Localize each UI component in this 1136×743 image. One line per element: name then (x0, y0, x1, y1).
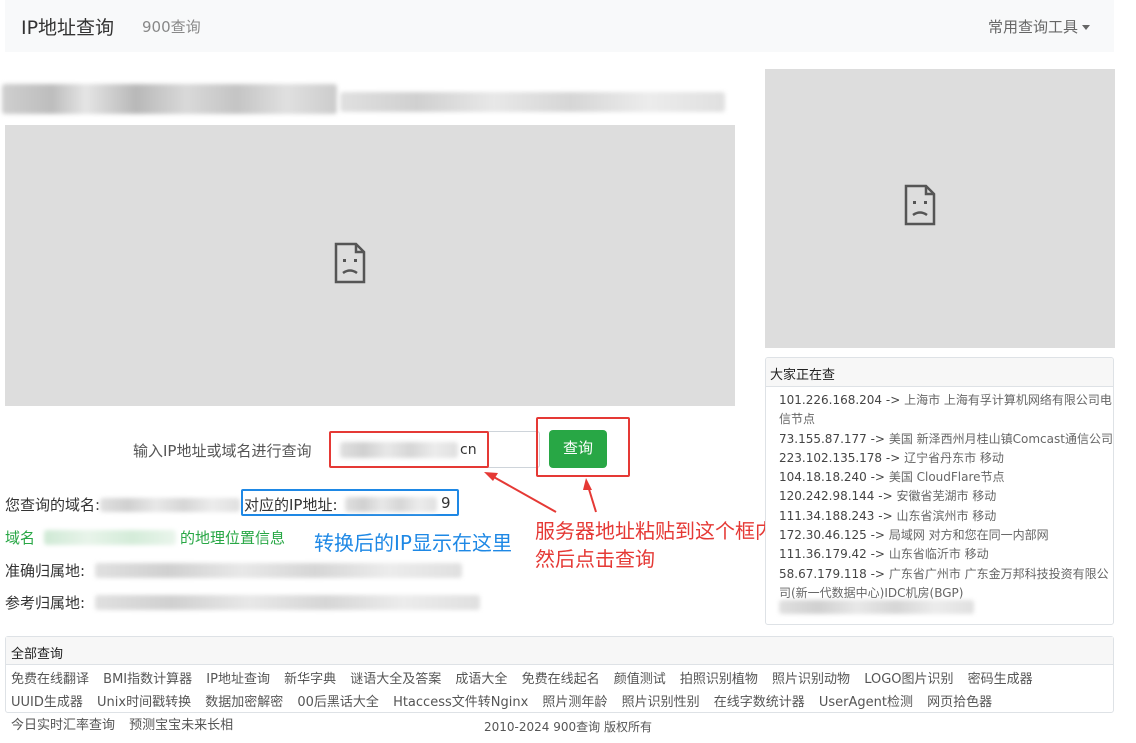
broken-image-icon (334, 242, 366, 284)
query-tool-link[interactable]: 免费在线翻译 (11, 672, 89, 687)
ip-tail: 9 (441, 494, 451, 512)
recent-queries-title: 大家正在查 (766, 358, 1113, 387)
blurred-accurate (95, 563, 462, 578)
recent-query-item[interactable]: 104.18.18.240 -> 美国 CloudFlare节点 (779, 468, 1113, 487)
query-tool-link[interactable]: 网页拾色器 (927, 695, 992, 710)
brand-subtitle[interactable]: 900查询 (142, 16, 201, 37)
blurred-ip (345, 497, 437, 512)
query-tool-link[interactable]: IP地址查询 (206, 672, 270, 687)
geo-prefix: 域名 (5, 529, 36, 547)
recent-query-ip: 111.36.179.42 -> (779, 547, 889, 562)
reference-label: 参考归属地: (5, 594, 86, 612)
query-tool-link[interactable]: 谜语大全及答案 (350, 672, 441, 687)
red-annotation-line2: 然后点击查询 (535, 547, 655, 571)
query-tool-link[interactable]: 00后黑话大全 (297, 695, 379, 710)
tools-dropdown[interactable]: 常用查询工具 (988, 16, 1090, 37)
query-tool-link[interactable]: Unix时间戳转换 (97, 695, 191, 710)
blurred-headline-2 (340, 92, 725, 112)
red-annotation-line1: 服务器地址粘贴到这个框内 (535, 519, 775, 543)
query-tool-link[interactable]: 密码生成器 (968, 672, 1033, 687)
recent-query-ip: 58.67.179.118 -> (779, 566, 889, 581)
blurred-domain (100, 498, 240, 512)
recent-queries-panel: 大家正在查 101.226.168.204 -> 上海市 上海有孚计算机网络有限… (765, 357, 1114, 625)
input-highlight-box (329, 431, 489, 468)
footer: 2010-2024 900查询 版权所有 (484, 720, 652, 734)
recent-query-location: 美国 CloudFlare节点 (888, 470, 1005, 485)
geo-suffix: 的地理位置信息 (180, 529, 286, 547)
recent-query-ip: 172.30.46.125 -> (779, 528, 889, 543)
recent-query-ip: 111.34.188.243 -> (779, 508, 897, 523)
recent-query-ip: 104.18.18.240 -> (779, 470, 889, 485)
recent-queries-list: 101.226.168.204 -> 上海市 上海有孚计算机网络有限公司电信节点… (766, 387, 1113, 603)
all-queries-title: 全部查询 (6, 637, 1113, 665)
query-tool-link[interactable]: 照片识别动物 (772, 672, 850, 687)
tools-dropdown-label: 常用查询工具 (987, 18, 1078, 36)
query-tool-link[interactable]: 免费在线起名 (522, 672, 600, 687)
recent-query-item[interactable]: 223.102.135.178 -> 辽宁省丹东市 移动 (779, 449, 1113, 468)
blurred-reference (95, 595, 480, 610)
recent-query-location: 山东省临沂市 移动 (888, 547, 989, 562)
recent-query-ip: 73.155.87.177 -> (779, 431, 889, 446)
recent-query-item[interactable]: 172.30.46.125 -> 局域网 对方和您在同一内部网 (779, 526, 1113, 545)
recent-query-item[interactable]: 73.155.87.177 -> 美国 新泽西州月桂山镇Comcast通信公司 (779, 430, 1113, 449)
blurred-geo-domain (44, 530, 176, 545)
query-tool-link[interactable]: 新华字典 (284, 672, 336, 687)
recent-query-location: 美国 新泽西州月桂山镇Comcast通信公司 (888, 431, 1113, 446)
query-tool-link[interactable]: 拍照识别植物 (680, 672, 758, 687)
button-highlight-box (536, 417, 630, 477)
blurred-headline (2, 84, 337, 114)
query-tool-link[interactable]: 颜值测试 (614, 672, 666, 687)
recent-query-location: 局域网 对方和您在同一内部网 (888, 528, 1049, 543)
domain-line: 您查询的域名: (5, 494, 100, 515)
search-label: 输入IP地址或域名进行查询 (133, 442, 312, 460)
side-ad-placeholder (765, 69, 1115, 348)
domain-label: 您查询的域名: (5, 496, 101, 514)
recent-query-location: 山东省滨州市 移动 (896, 508, 997, 523)
red-annotation: 服务器地址粘贴到这个框内 然后点击查询 (535, 517, 775, 573)
recent-query-item[interactable]: 111.34.188.243 -> 山东省滨州市 移动 (779, 507, 1113, 526)
ip-label: 对应的IP地址: (244, 496, 338, 514)
query-tool-link[interactable]: UserAgent检测 (819, 695, 913, 710)
query-tool-link[interactable]: BMI指数计算器 (103, 672, 192, 687)
query-tool-link[interactable]: 成语大全 (455, 672, 507, 687)
brand-title[interactable]: IP地址查询 (21, 13, 114, 40)
query-tool-link[interactable]: 照片识别性别 (622, 695, 700, 710)
query-tool-link[interactable]: 数据加密解密 (205, 695, 283, 710)
query-tool-link[interactable]: UUID生成器 (11, 695, 83, 710)
all-queries-panel: 全部查询 免费在线翻译 BMI指数计算器 IP地址查询 新华字典 谜语大全及答案… (5, 636, 1114, 733)
recent-query-item[interactable]: 120.242.98.144 -> 安徽省芜湖市 移动 (779, 487, 1113, 506)
query-tool-link[interactable]: 在线字数统计器 (714, 695, 805, 710)
query-tool-link[interactable]: Htaccess文件转Nginx (393, 695, 528, 710)
query-tool-link[interactable]: 照片测年龄 (542, 695, 607, 710)
recent-query-ip: 101.226.168.204 -> (779, 393, 905, 407)
recent-query-ip: 120.242.98.144 -> (779, 489, 897, 504)
recent-query-ip: 223.102.135.178 -> (779, 450, 905, 465)
recent-query-item[interactable]: 111.36.179.42 -> 山东省临沂市 移动 (779, 545, 1113, 564)
recent-query-item[interactable]: 58.67.179.118 -> 广东省广州市 广东金万邦科技投资有限公司(新一… (779, 565, 1113, 604)
main-ad-placeholder (5, 125, 735, 406)
caret-down-icon (1082, 25, 1090, 30)
blurred-last-item (779, 600, 974, 614)
broken-image-icon (904, 184, 936, 226)
accurate-label: 准确归属地: (5, 562, 86, 580)
recent-query-location: 辽宁省丹东市 移动 (904, 450, 1004, 465)
recent-query-location: 安徽省芜湖市 移动 (896, 489, 997, 504)
navbar: IP地址查询 900查询 常用查询工具 (5, 0, 1114, 52)
blue-annotation: 转换后的IP显示在这里 (314, 531, 512, 555)
recent-query-item[interactable]: 101.226.168.204 -> 上海市 上海有孚计算机网络有限公司电信节点 (779, 391, 1113, 430)
query-tool-link[interactable]: LOGO图片识别 (864, 672, 953, 687)
